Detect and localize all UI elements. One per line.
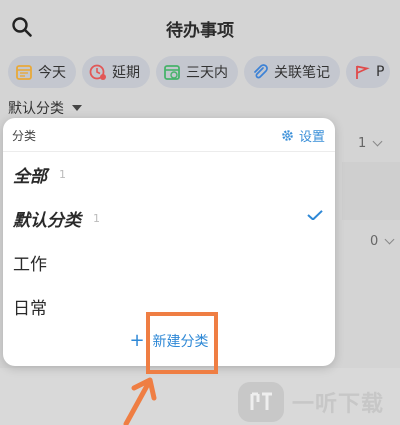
category-select[interactable]: 默认分类 xyxy=(8,98,82,118)
chip-today[interactable]: 今天 xyxy=(8,56,76,88)
calendar-three-days-icon xyxy=(162,62,182,82)
chip-overdue-label: 延期 xyxy=(112,65,140,81)
page-title: 待办事项 xyxy=(166,21,234,41)
category-select-value: 默认分类 xyxy=(8,101,64,117)
arrow-up-icon xyxy=(123,377,157,425)
category-item-label: 工作 xyxy=(13,254,47,275)
clock-overdue-icon xyxy=(88,62,108,82)
dropdown-header-label: 分类 xyxy=(12,129,37,143)
category-item-default[interactable]: 默认分类 1 xyxy=(3,196,335,240)
chip-priority-label: P xyxy=(376,64,385,80)
calendar-today-icon xyxy=(14,62,34,82)
category-item-all[interactable]: 全部 1 xyxy=(3,152,335,196)
category-item-count: 1 xyxy=(59,167,66,181)
chip-today-label: 今天 xyxy=(38,65,66,81)
caret-down-icon xyxy=(72,105,82,111)
chip-three-days[interactable]: 三天内 xyxy=(156,56,238,88)
background-count: 1 xyxy=(358,136,367,151)
category-item-label: 全部 xyxy=(13,166,47,187)
top-bar: 待办事项 xyxy=(0,0,400,52)
watermark: 一听下载 xyxy=(238,382,384,422)
category-item-label: 默认分类 xyxy=(13,210,81,231)
chip-three-days-label: 三天内 xyxy=(186,65,228,81)
highlight-box xyxy=(146,312,218,374)
settings-button[interactable]: 设置 xyxy=(281,126,325,145)
chip-priority[interactable]: P xyxy=(346,56,391,88)
category-item-count: 1 xyxy=(93,211,100,225)
watermark-text: 一听下载 xyxy=(292,392,385,417)
chip-linked-notes[interactable]: 关联笔记 xyxy=(244,56,340,88)
watermark-logo-icon xyxy=(238,382,284,422)
background-count: 0 xyxy=(370,234,379,249)
gear-icon xyxy=(282,130,293,141)
chip-overdue[interactable]: 延期 xyxy=(82,56,150,88)
plus-icon: + xyxy=(129,330,145,351)
checkmark-icon xyxy=(307,210,323,220)
chevron-down-icon xyxy=(384,234,395,245)
filter-chips: 今天 延期 三天内 关联笔记 P xyxy=(8,56,391,88)
chevron-down-icon xyxy=(372,136,383,147)
category-item-work[interactable]: 工作 xyxy=(3,240,335,284)
category-item-label: 日常 xyxy=(13,298,47,319)
background-list-item xyxy=(342,162,400,220)
dropdown-header: 分类 设置 xyxy=(3,118,335,152)
paperclip-icon xyxy=(250,62,270,82)
chip-linked-notes-label: 关联笔记 xyxy=(274,65,330,81)
settings-label: 设置 xyxy=(298,130,325,145)
flag-icon xyxy=(352,62,372,82)
